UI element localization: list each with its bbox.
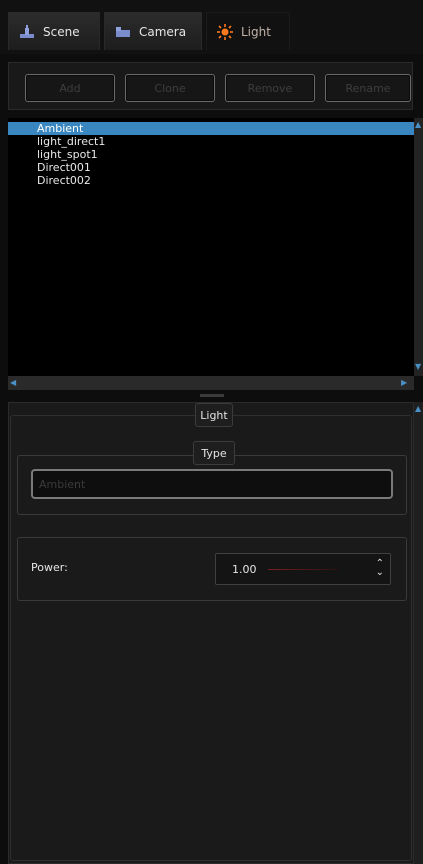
list-horizontal-scrollbar[interactable]: ◀ ▶ — [8, 376, 414, 390]
splitter-handle[interactable] — [200, 394, 224, 397]
power-value: 1.00 — [232, 562, 257, 576]
scroll-up-icon[interactable]: ▲ — [415, 404, 421, 413]
tab-camera-label: Camera — [139, 24, 187, 39]
list-item[interactable]: light_spot1 — [8, 148, 414, 161]
list-item[interactable]: Direct002 — [8, 174, 414, 187]
tab-bar: Scene Camera Light — [0, 0, 423, 54]
list-vertical-scrollbar[interactable]: ▲ ▼ — [414, 118, 423, 376]
tab-light[interactable]: Light — [206, 12, 290, 50]
remove-button[interactable]: Remove — [225, 74, 315, 102]
light-type-select[interactable]: Ambient — [31, 469, 393, 499]
light-icon — [217, 23, 233, 40]
light-list[interactable]: Ambient light_direct1 light_spot1 Direct… — [8, 118, 414, 376]
power-label: Power: — [31, 561, 68, 574]
scroll-right-icon[interactable]: ▶ — [401, 378, 407, 387]
tab-light-label: Light — [241, 24, 271, 39]
tab-scene-label: Scene — [43, 24, 80, 39]
scroll-down-icon[interactable]: ▼ — [415, 362, 421, 371]
tab-scene[interactable]: Scene — [8, 12, 100, 50]
tab-camera[interactable]: Camera — [104, 12, 202, 50]
props-vertical-scrollbar[interactable]: ▲ — [414, 402, 423, 864]
type-group-title: Type — [193, 441, 235, 465]
clone-button[interactable]: Clone — [125, 74, 215, 102]
list-item[interactable]: light_direct1 — [8, 135, 414, 148]
spinbox-underline — [268, 569, 338, 570]
rename-button[interactable]: Rename — [325, 74, 411, 102]
light-toolbar: Add Clone Remove Rename — [8, 62, 413, 110]
power-spinbox[interactable]: 1.00 ⌃ ⌄ — [215, 553, 391, 585]
list-item[interactable]: Ambient — [8, 122, 414, 135]
camera-icon — [115, 26, 131, 38]
list-item[interactable]: Direct001 — [8, 161, 414, 174]
add-button[interactable]: Add — [25, 74, 115, 102]
light-properties-panel: Light Type Ambient Power: 1.00 ⌃ ⌄ — [8, 402, 414, 864]
light-group-title: Light — [195, 403, 233, 427]
spin-arrows-icon[interactable]: ⌃ ⌄ — [376, 559, 384, 578]
scroll-up-icon[interactable]: ▲ — [415, 120, 421, 129]
scene-icon — [19, 24, 35, 39]
scroll-left-icon[interactable]: ◀ — [10, 378, 16, 387]
